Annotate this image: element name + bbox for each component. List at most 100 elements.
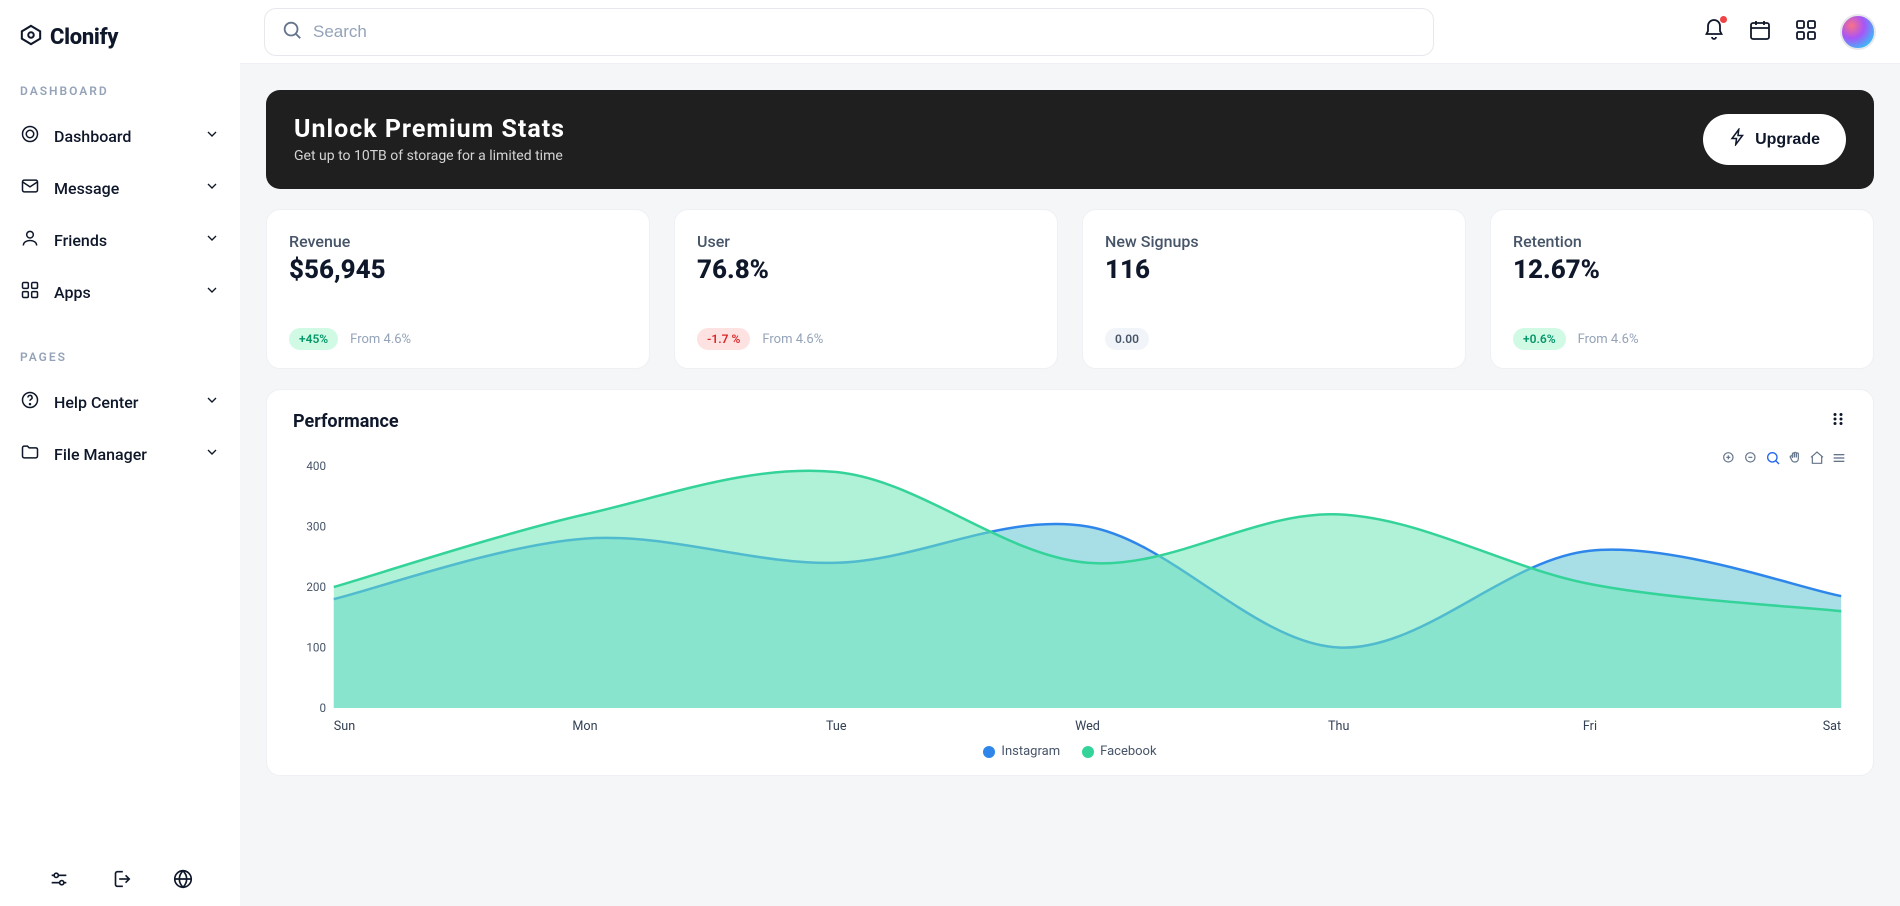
performance-title: Performance [293, 411, 399, 432]
chevron-down-icon [204, 282, 220, 302]
stat-label: User [697, 232, 1035, 251]
globe-icon[interactable] [172, 868, 194, 894]
apps-button[interactable] [1794, 18, 1818, 46]
mail-icon [20, 176, 40, 200]
stat-change-pill: +0.6% [1513, 328, 1566, 350]
legend-dot [1082, 746, 1094, 758]
svg-text:Wed: Wed [1075, 719, 1100, 734]
settings-sliders-icon[interactable] [48, 868, 70, 894]
performance-chart: 0 100 200 300 400 Sun Mon Tue Wed Thu Fri Sat [293, 450, 1847, 740]
pan-icon[interactable] [1787, 450, 1803, 470]
stat-from: From 4.6% [762, 332, 823, 347]
stat-change-pill: -1.7 % [697, 328, 750, 350]
stat-card: Revenue $56,945 +45% From 4.6% [266, 209, 650, 369]
grid-icon [1794, 27, 1818, 46]
sidebar-item-label: Friends [54, 231, 107, 250]
notification-dot [1720, 16, 1727, 23]
brand-name: Clonify [50, 25, 118, 50]
chart-legend: Instagram Facebook [293, 744, 1847, 759]
zoom-out-icon[interactable] [1743, 450, 1759, 470]
stat-label: New Signups [1105, 232, 1443, 251]
svg-text:100: 100 [306, 640, 326, 654]
topbar [240, 0, 1900, 64]
legend-label: Facebook [1100, 744, 1156, 759]
sidebar-item-label: Message [54, 179, 119, 198]
bell-icon [1702, 27, 1726, 46]
sidebar-section-dashboard: DASHBOARD [0, 74, 240, 110]
home-icon[interactable] [1809, 450, 1825, 470]
sidebar-item-friends[interactable]: Friends [0, 214, 240, 266]
chevron-down-icon [204, 230, 220, 250]
chevron-down-icon [204, 392, 220, 412]
premium-banner: Unlock Premium Stats Get up to 10TB of s… [266, 90, 1874, 189]
stat-value: 12.67% [1513, 255, 1851, 285]
svg-text:Fri: Fri [1583, 719, 1597, 734]
calendar-button[interactable] [1748, 18, 1772, 46]
sidebar-item-message[interactable]: Message [0, 162, 240, 214]
notifications-button[interactable] [1702, 18, 1726, 46]
sidebar-item-file-manager[interactable]: File Manager [0, 428, 240, 480]
search-input[interactable] [313, 22, 1417, 42]
drag-handle-icon[interactable] [1829, 410, 1847, 432]
grid-icon [20, 280, 40, 304]
search-container[interactable] [264, 8, 1434, 56]
sidebar-item-label: File Manager [54, 445, 147, 464]
menu-icon[interactable] [1831, 450, 1847, 470]
stat-change-pill: +45% [289, 328, 338, 350]
svg-text:Sun: Sun [334, 719, 355, 734]
legend-item[interactable]: Facebook [1082, 744, 1156, 759]
avatar[interactable] [1840, 14, 1876, 50]
svg-text:Sat: Sat [1823, 719, 1841, 734]
upgrade-button-label: Upgrade [1755, 131, 1820, 149]
zoom-in-icon[interactable] [1721, 450, 1737, 470]
stat-change-pill: 0.00 [1105, 328, 1149, 350]
search-icon [281, 19, 303, 45]
brand-icon [20, 24, 42, 50]
sidebar-footer [0, 854, 240, 894]
svg-text:300: 300 [306, 519, 326, 533]
svg-text:Mon: Mon [572, 719, 597, 734]
chevron-down-icon [204, 444, 220, 464]
folder-icon [20, 442, 40, 466]
chart-toolbar [1721, 450, 1847, 470]
help-icon [20, 390, 40, 414]
svg-text:Tue: Tue [826, 719, 847, 734]
stat-from: From 4.6% [350, 332, 411, 347]
performance-card: Performance 0 100 200 300 400 Sun Mon Tue Wed [266, 389, 1874, 776]
sidebar-item-dashboard[interactable]: Dashboard [0, 110, 240, 162]
legend-item[interactable]: Instagram [983, 744, 1060, 759]
banner-subtitle: Get up to 10TB of storage for a limited … [294, 148, 565, 164]
lightning-icon [1729, 128, 1747, 151]
target-icon [20, 124, 40, 148]
user-icon [20, 228, 40, 252]
sidebar-item-label: Dashboard [54, 127, 131, 146]
stat-label: Retention [1513, 232, 1851, 251]
stat-value: 76.8% [697, 255, 1035, 285]
stat-card: New Signups 116 0.00 [1082, 209, 1466, 369]
chevron-down-icon [204, 126, 220, 146]
sidebar-item-label: Help Center [54, 393, 138, 412]
svg-text:0: 0 [319, 701, 326, 715]
legend-dot [983, 746, 995, 758]
logout-icon[interactable] [110, 868, 132, 894]
legend-label: Instagram [1001, 744, 1060, 759]
stat-value: 116 [1105, 255, 1443, 285]
chevron-down-icon [204, 178, 220, 198]
upgrade-button[interactable]: Upgrade [1703, 114, 1846, 165]
svg-text:200: 200 [306, 580, 326, 594]
stat-card: User 76.8% -1.7 % From 4.6% [674, 209, 1058, 369]
zoom-icon[interactable] [1765, 450, 1781, 470]
stat-value: $56,945 [289, 255, 627, 285]
sidebar: Clonify DASHBOARD Dashboard Message [0, 0, 240, 906]
sidebar-section-pages: PAGES [0, 340, 240, 376]
sidebar-item-apps[interactable]: Apps [0, 266, 240, 318]
sidebar-item-label: Apps [54, 283, 91, 302]
stat-label: Revenue [289, 232, 627, 251]
svg-text:400: 400 [306, 459, 326, 473]
sidebar-item-help-center[interactable]: Help Center [0, 376, 240, 428]
calendar-icon [1748, 27, 1772, 46]
stat-from: From 4.6% [1578, 332, 1639, 347]
stat-card: Retention 12.67% +0.6% From 4.6% [1490, 209, 1874, 369]
brand-logo[interactable]: Clonify [0, 24, 240, 74]
svg-text:Thu: Thu [1328, 719, 1349, 734]
